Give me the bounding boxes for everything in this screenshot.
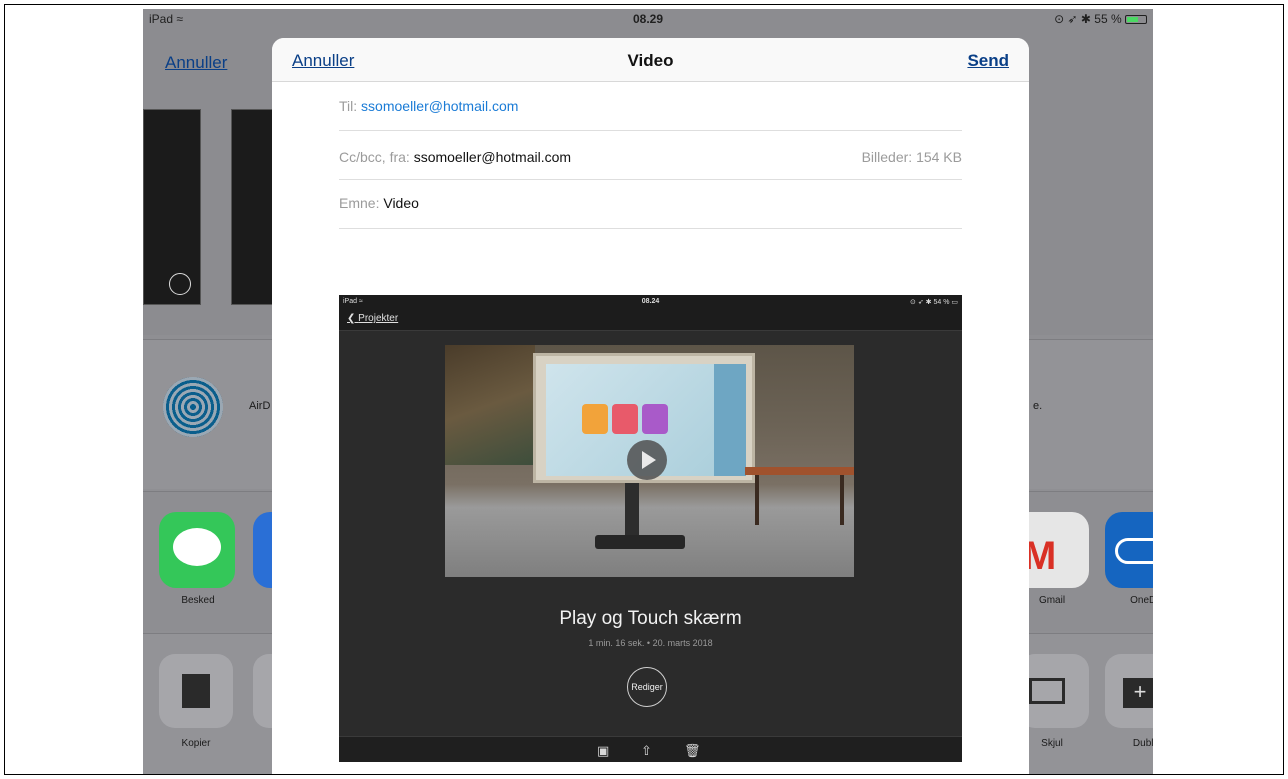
status-time: 08.29 [632,12,664,26]
ipad-screen: iPad ≈ 08.29 ⊙ ➶ ✱ 55 % Annuller AirD e.… [143,9,1153,774]
messages-app-icon[interactable] [159,512,235,588]
onedrive-app-icon[interactable] [1105,512,1153,588]
preview-thumbnail-2[interactable] [231,109,273,305]
video-table-leg-2 [840,475,844,525]
app-label-onedrive: OneDri [1130,595,1153,606]
cc-label: Cc/bcc, fra: [339,149,410,165]
screenshot-frame: iPad ≈ 08.29 ⊙ ➶ ✱ 55 % Annuller AirD e.… [4,4,1284,775]
edit-button: Rediger [627,667,667,707]
gmail-app-icon[interactable]: M [1019,512,1089,588]
attachment-nav-bar [339,309,962,331]
cloud-icon [1115,538,1153,564]
back-to-projects-link: ❮ Projekter [347,313,399,324]
speech-bubble-icon [173,528,221,566]
record-circle-icon [169,273,191,295]
play-icon [627,440,667,480]
to-recipient[interactable]: ssomoeller@hotmail.com [361,98,518,114]
to-label: Til: [339,98,358,114]
video-table [745,467,854,475]
attachment-toolbar: ▣ ⇧ 🗑 [339,736,962,762]
video-tile-orange [582,404,608,434]
airdrop-icon[interactable] [163,377,223,437]
action-label-duble: Duble [1132,738,1153,749]
thumbnail-record [143,109,201,305]
airdrop-trailing-text: e. [1033,400,1043,412]
attachment-status-right: ⊙ ➶ ✱ 54 % ▭ [910,299,958,306]
video-meta: 1 min. 16 sek. • 20. marts 2018 [588,638,713,648]
video-thumbnail [445,345,854,577]
cc-bcc-from-field[interactable]: Cc/bcc, fra: ssomoeller@hotmail.com Bill… [339,132,962,180]
from-address[interactable]: ssomoeller@hotmail.com [414,149,571,165]
subject-field[interactable]: Emne: Video [339,181,962,229]
video-table-leg-1 [755,475,759,525]
video-tile-red [612,404,638,434]
chevron-left-icon: ❮ [347,313,359,324]
action-label-kopier: Kopier [181,738,211,749]
video-stand-base [595,535,685,549]
subject-value[interactable]: Video [383,195,419,211]
attachment-status-time: 08.24 [641,298,660,305]
video-screen-panel [714,364,746,476]
video-background-painting [445,345,535,465]
status-bar: iPad ≈ 08.29 ⊙ ➶ ✱ 55 % [143,9,1153,29]
copy-icon [182,674,210,708]
hide-action-button[interactable] [1019,654,1089,728]
composer-nav-bar: Annuller Video Send [272,38,1029,82]
video-stand-leg [625,483,639,543]
composer-title: Video [627,51,674,70]
attached-screenshot[interactable]: iPad ≈ 08.24 ⊙ ➶ ✱ 54 % ▭ ❮ Projekter Pl… [339,295,962,762]
video-tile-purple [642,404,668,434]
battery-icon [1125,15,1147,25]
trash-icon: 🗑 [684,743,701,758]
attachment-status-bar: iPad ≈ 08.24 ⊙ ➶ ✱ 54 % ▭ [339,295,962,309]
app-label-besked: Besked [181,595,215,606]
copy-action-button[interactable] [159,654,233,728]
to-field[interactable]: Til: ssomoeller@hotmail.com [339,83,962,131]
duplicate-action-button[interactable]: + [1105,654,1153,728]
video-title: Play og Touch skærm [559,608,742,629]
background-cancel-button[interactable]: Annuller [165,53,227,73]
play-preview-icon: ▣ [597,743,610,758]
action-button-partial[interactable] [253,654,273,728]
mail-composer: Annuller Video Send Til: ssomoeller@hotm… [272,38,1029,774]
share-icon: ⇧ [641,743,652,758]
airdrop-label: AirD [249,400,271,412]
status-right: ⊙ ➶ ✱ 55 % [1054,12,1147,26]
send-button[interactable]: Send [967,51,1009,71]
image-size-label[interactable]: Billeder: 154 KB [862,149,962,165]
subject-label: Emne: [339,195,380,211]
duplicate-icon: + [1123,678,1153,708]
hide-icon [1029,678,1065,704]
